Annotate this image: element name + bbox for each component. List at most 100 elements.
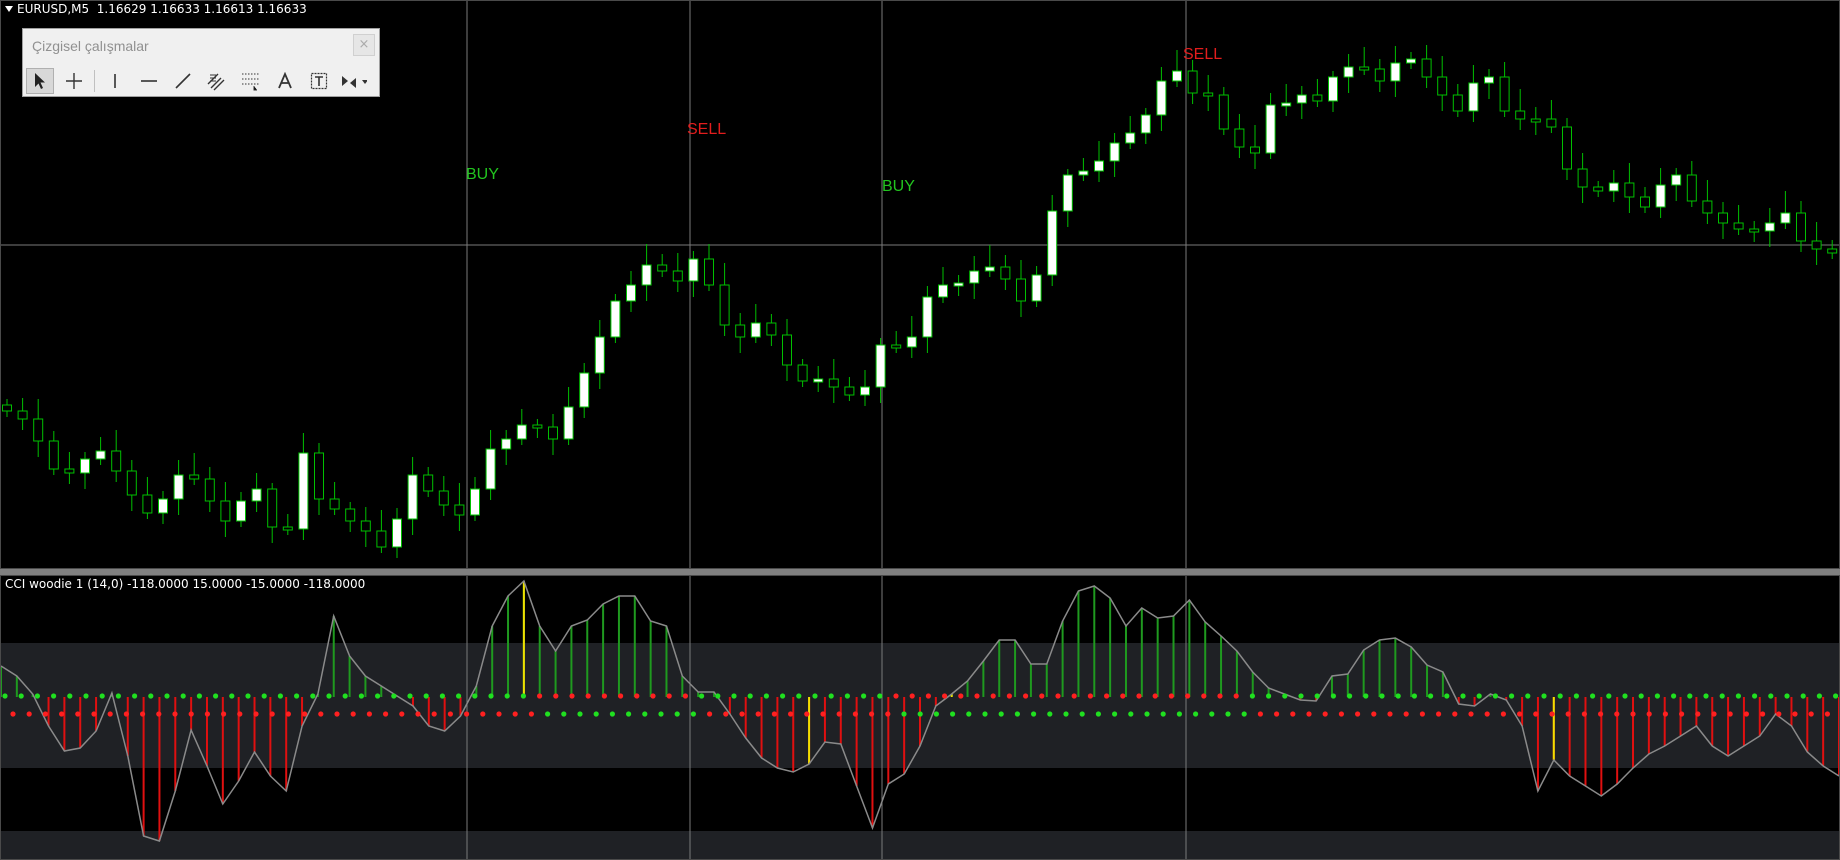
indicator-pane[interactable] <box>0 575 1840 860</box>
candle-body <box>360 520 371 532</box>
candle-body <box>1733 222 1744 230</box>
cci-dot-upper <box>699 693 705 699</box>
cci-dot-lower <box>642 711 648 717</box>
cci-dot-upper <box>1654 693 1660 699</box>
text-tool-button[interactable] <box>271 68 299 94</box>
cci-dot-upper <box>1201 693 1207 699</box>
cci-dot-upper <box>1768 693 1774 699</box>
candle-body <box>298 452 309 530</box>
fibonacci-tool-button[interactable] <box>237 68 265 94</box>
cci-dot-upper <box>1525 693 1531 699</box>
cci-dot-lower <box>1047 711 1053 717</box>
cci-dot-upper <box>958 693 964 699</box>
cci-dot-upper <box>650 693 656 699</box>
cci-dot-upper <box>1735 693 1741 699</box>
text-label-tool-button[interactable] <box>305 68 333 94</box>
cci-dot-upper <box>780 693 786 699</box>
candle-body <box>329 498 340 510</box>
cci-dot-lower <box>1338 711 1344 717</box>
cci-dot-lower <box>1695 711 1701 717</box>
candle-body <box>844 386 855 396</box>
cci-dot-lower <box>204 711 210 717</box>
dropdown-triangle-icon[interactable] <box>5 6 13 12</box>
trendline-tool-button[interactable] <box>169 68 197 94</box>
candle-body <box>126 470 137 496</box>
cci-dot-lower <box>1371 711 1377 717</box>
close-icon[interactable]: × <box>353 34 375 56</box>
trading-terminal: EURUSD,M5 1.16629 1.16633 1.16613 1.1663… <box>0 0 1840 860</box>
cci-indicator-canvas[interactable] <box>1 576 1839 859</box>
candle-body <box>735 324 746 338</box>
fibonacci-icon <box>242 73 260 91</box>
cci-dot-upper <box>245 693 251 699</box>
candle-body <box>1562 126 1572 170</box>
cci-dot-lower <box>1614 711 1620 717</box>
candle-body <box>516 424 527 440</box>
cci-dot-upper <box>942 693 948 699</box>
horizontal-line-tool-button[interactable] <box>135 68 163 94</box>
cci-dot-upper <box>2 693 8 699</box>
cci-dot-upper <box>1266 693 1272 699</box>
line-studies-toolbar[interactable]: Çizgisel çalışmalar × <box>22 28 380 97</box>
candle-body <box>984 266 995 272</box>
candle-body <box>1078 170 1089 176</box>
candle-body <box>1811 240 1822 250</box>
cci-dot-upper <box>294 693 300 699</box>
cci-dot-lower <box>1160 711 1166 717</box>
cci-dot-upper <box>504 693 510 699</box>
chart-header: EURUSD,M5 1.16629 1.16633 1.16613 1.1663… <box>4 2 307 16</box>
candle-body <box>1140 114 1151 134</box>
cci-dot-lower <box>739 711 745 717</box>
cci-dot-lower <box>593 711 599 717</box>
horizontal-line-icon <box>141 80 157 82</box>
cci-dot-upper <box>164 693 170 699</box>
cci-dot-lower <box>1112 711 1118 717</box>
crosshair-tool-button[interactable] <box>60 68 88 94</box>
candle-body <box>1796 212 1806 242</box>
cci-dot-lower <box>820 711 826 717</box>
cci-dot-lower <box>658 711 664 717</box>
cci-dot-lower <box>1598 711 1604 717</box>
cci-dot-lower <box>1241 711 1247 717</box>
candle-body <box>1016 278 1026 302</box>
cci-dot-upper <box>1395 693 1401 699</box>
cci-dot-lower <box>561 711 567 717</box>
cci-dot-lower <box>140 711 146 717</box>
cci-dot-upper <box>682 693 689 699</box>
cci-dot-upper <box>423 693 429 699</box>
cci-dot-lower <box>1808 711 1814 717</box>
cci-dot-lower <box>1711 711 1717 717</box>
cci-dot-upper <box>472 693 478 699</box>
candle-body <box>2 404 12 412</box>
candle-body <box>438 490 449 506</box>
candle-body <box>345 508 356 522</box>
candle-body <box>797 364 808 382</box>
cci-dot-lower <box>1290 711 1296 717</box>
cci-dot-lower <box>512 711 518 717</box>
candle-body <box>1062 174 1073 212</box>
candle-body <box>969 270 980 284</box>
arrows-dropdown-button[interactable] <box>339 68 367 94</box>
cci-dot-lower <box>1679 711 1685 717</box>
cci-dot-lower <box>1727 711 1733 717</box>
candle-body <box>1203 92 1214 97</box>
cci-dot-lower <box>1079 711 1085 717</box>
candle-body <box>454 504 465 516</box>
cci-dot-lower <box>75 711 81 717</box>
cci-dot-upper <box>1800 693 1806 699</box>
candle-body <box>672 270 683 282</box>
candle-body <box>1546 118 1557 128</box>
cursor-tool-button[interactable] <box>26 68 54 94</box>
sell-signal-label: SELL <box>687 121 727 138</box>
candle-body <box>813 378 824 383</box>
cci-dot-lower <box>982 711 988 717</box>
cci-dot-upper <box>407 693 413 699</box>
cci-dot-lower <box>723 711 729 717</box>
cci-dot-lower <box>1257 711 1263 717</box>
vertical-line-tool-button[interactable] <box>101 68 129 94</box>
cci-dot-upper <box>828 693 834 699</box>
candle-body <box>1390 62 1401 82</box>
toolbar-separator <box>94 70 95 92</box>
equidistant-channel-tool-button[interactable] <box>203 68 231 94</box>
cci-dot-lower <box>302 711 308 717</box>
